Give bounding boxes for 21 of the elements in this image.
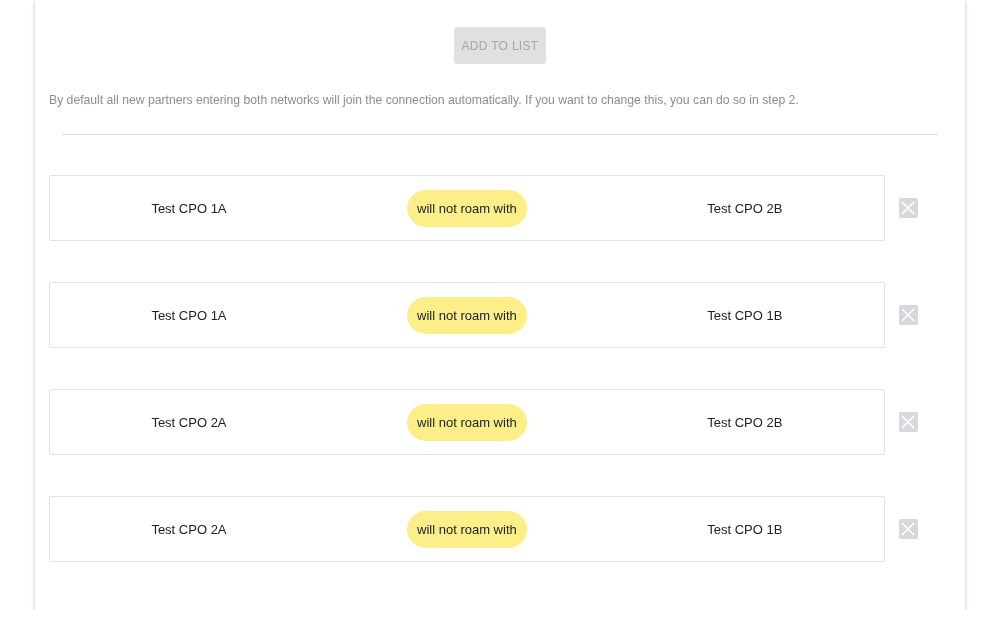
- close-icon: [901, 415, 916, 429]
- close-icon: [901, 308, 916, 322]
- info-text: By default all new partners entering both networks will join the connection automatically. If you want to change this, you can do so in step 2.: [49, 93, 800, 107]
- left-partner: Test CPO 2A: [151, 414, 227, 430]
- left-partner: Test CPO 2A: [151, 521, 227, 537]
- relation-tag: will not roam with: [407, 189, 527, 227]
- left-partner: Test CPO 1A: [151, 307, 227, 323]
- right-partner: Test CPO 1B: [707, 521, 783, 537]
- relation-tag: will not roam with: [407, 296, 527, 334]
- close-icon: [901, 522, 916, 536]
- close-icon: [901, 201, 916, 215]
- right-partner: Test CPO 2B: [707, 414, 783, 430]
- right-partner: Test CPO 1B: [707, 307, 783, 323]
- delete-button[interactable]: [898, 198, 918, 218]
- delete-button[interactable]: [898, 412, 918, 432]
- relation-tag: will not roam with: [407, 510, 527, 548]
- delete-button[interactable]: [898, 305, 918, 325]
- left-partner: Test CPO 1A: [151, 200, 227, 216]
- relation-tag: will not roam with: [407, 403, 527, 441]
- right-partner: Test CPO 2B: [707, 200, 783, 216]
- delete-button[interactable]: [898, 519, 918, 539]
